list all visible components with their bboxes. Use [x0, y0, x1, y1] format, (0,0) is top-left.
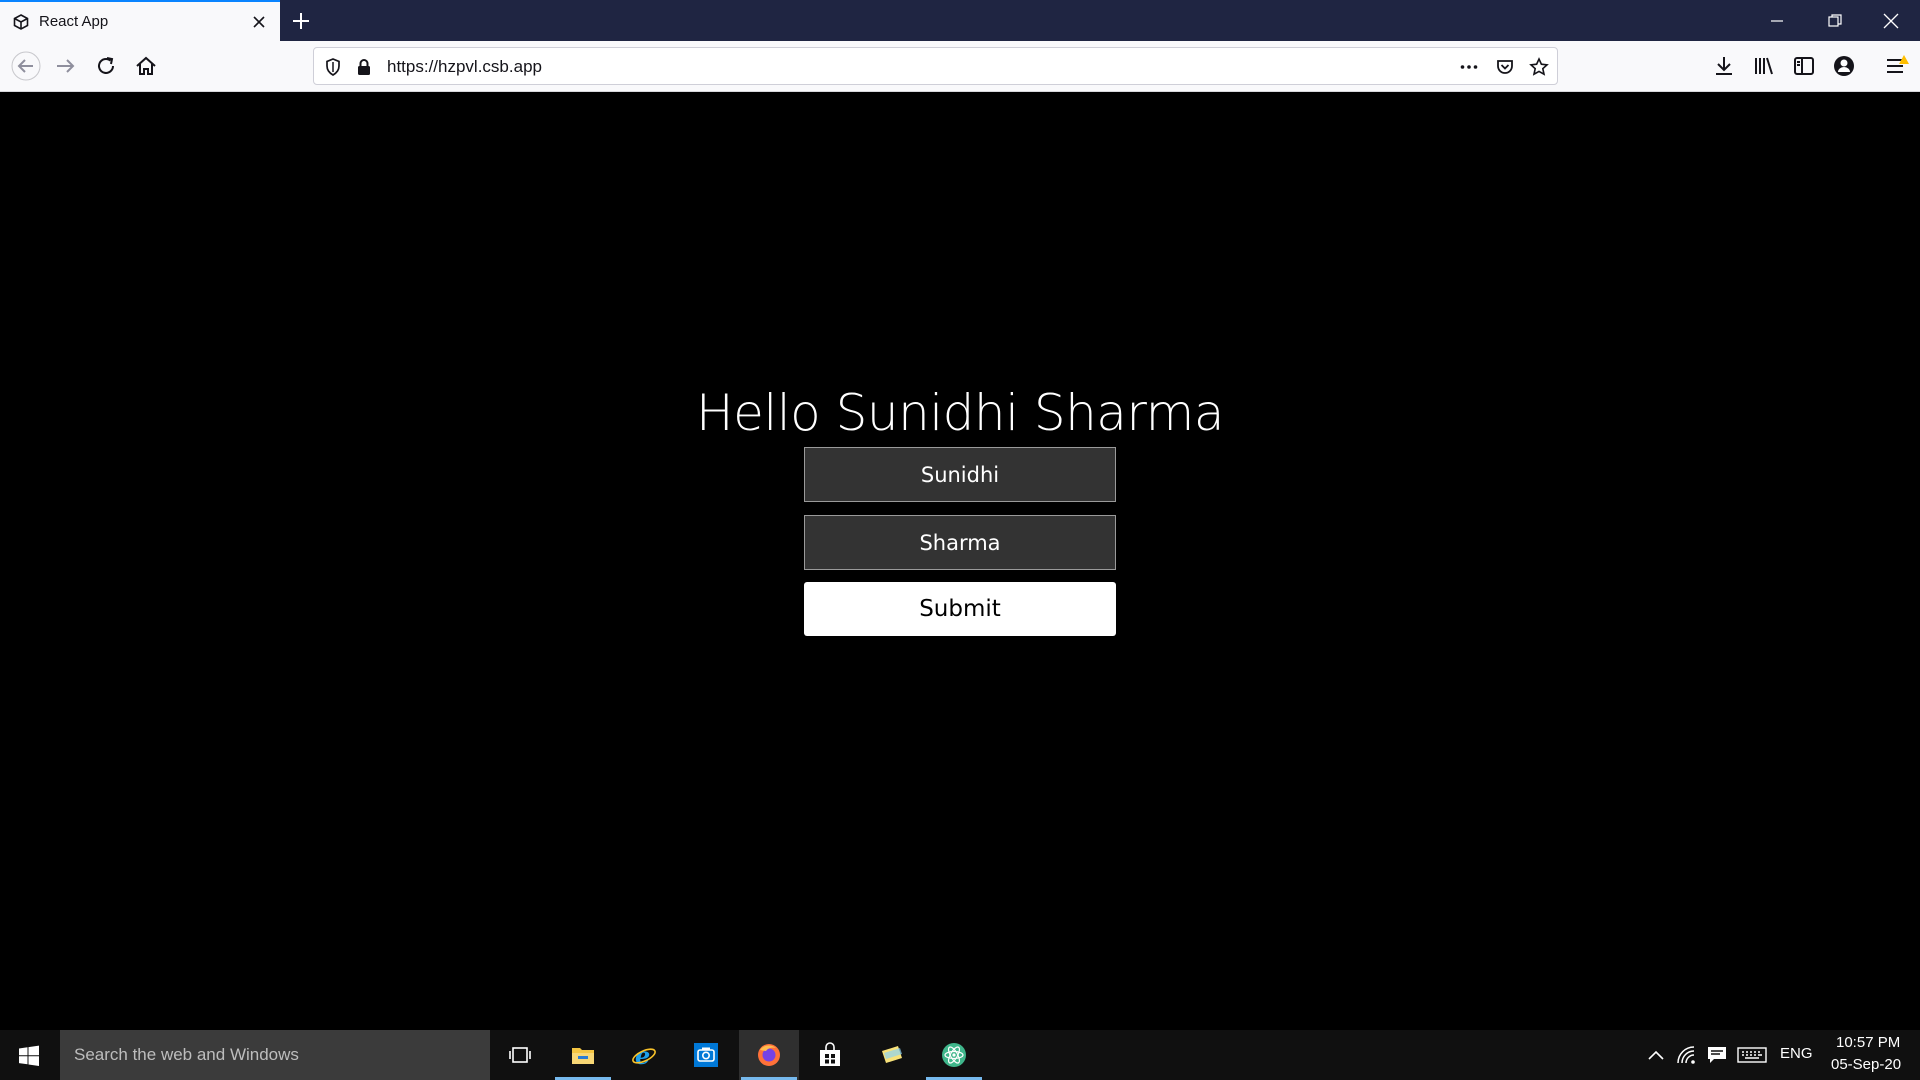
network-wifi-icon[interactable] [1676, 1045, 1698, 1065]
greeting-heading: Hello Sunidhi Sharma [696, 384, 1224, 442]
sticky-notes-icon [882, 1046, 902, 1063]
tab-react-app[interactable]: React App [0, 0, 280, 41]
atom-editor-icon [942, 1043, 966, 1067]
url-text[interactable]: https://hzpvl.csb.app [387, 57, 542, 77]
store-bag-icon [820, 1042, 840, 1066]
page-content: Hello Sunidhi Sharma Submit [0, 92, 1920, 1030]
back-arrow-icon[interactable] [11, 51, 41, 81]
taskbar-atom-editor[interactable] [924, 1030, 984, 1080]
minimize-window-icon[interactable] [1766, 10, 1788, 32]
address-bar[interactable]: https://hzpvl.csb.app [313, 47, 1558, 85]
pocket-icon[interactable] [1495, 57, 1515, 77]
taskbar-camera-app[interactable] [676, 1030, 736, 1080]
taskbar-sticky-notes[interactable] [862, 1030, 922, 1080]
task-view-button[interactable] [490, 1030, 550, 1080]
taskbar-search-placeholder: Search the web and Windows [74, 1045, 299, 1064]
taskbar-file-explorer[interactable] [553, 1030, 613, 1080]
shield-icon[interactable] [323, 57, 343, 77]
new-tab-plus-icon[interactable] [290, 10, 312, 32]
clock-date[interactable]: 05-Sep-20 [1831, 1056, 1901, 1073]
file-explorer-icon [572, 1048, 594, 1064]
firefox-icon [758, 1044, 780, 1066]
language-indicator[interactable]: ENG [1780, 1045, 1813, 1062]
internet-explorer-icon: e [632, 1042, 656, 1068]
task-view-icon [509, 1047, 531, 1063]
first-name-input[interactable] [804, 447, 1116, 502]
lock-icon[interactable] [354, 57, 374, 77]
bookmark-star-icon[interactable] [1529, 57, 1549, 77]
taskbar-search-box[interactable]: Search the web and Windows [60, 1030, 490, 1080]
hamburger-menu-icon[interactable] [1884, 53, 1910, 79]
reload-icon[interactable] [93, 53, 119, 79]
taskbar-internet-explorer[interactable]: e [614, 1030, 674, 1080]
camera-app-icon [694, 1043, 718, 1067]
codesandbox-favicon-icon [13, 14, 29, 30]
account-icon[interactable] [1831, 53, 1857, 79]
clock-time[interactable]: 10:57 PM [1836, 1034, 1900, 1051]
taskbar-firefox[interactable] [739, 1030, 799, 1080]
library-icon[interactable] [1751, 53, 1777, 79]
last-name-input[interactable] [804, 515, 1116, 570]
taskbar-store[interactable] [800, 1030, 860, 1080]
forward-arrow-icon[interactable] [53, 53, 79, 79]
navigation-toolbar: https://hzpvl.csb.app [0, 41, 1920, 92]
submit-button[interactable]: Submit [804, 582, 1116, 636]
show-hidden-icons-chevron-up-icon[interactable] [1645, 1045, 1667, 1065]
sidebar-toggle-icon[interactable] [1791, 53, 1817, 79]
page-actions-more-icon[interactable] [1459, 57, 1479, 77]
action-center-message-icon[interactable] [1706, 1045, 1728, 1065]
touch-keyboard-icon[interactable] [1737, 1045, 1767, 1065]
browser-title-bar: React App [0, 0, 1920, 41]
close-window-icon[interactable] [1880, 10, 1902, 32]
home-icon[interactable] [133, 53, 159, 79]
close-tab-icon[interactable] [250, 13, 268, 31]
restore-window-icon[interactable] [1824, 10, 1846, 32]
windows-taskbar: Search the web and Windows e ENG 10:57 P… [0, 1030, 1920, 1080]
downloads-icon[interactable] [1711, 53, 1737, 79]
windows-start-icon[interactable] [18, 1045, 40, 1067]
tab-title: React App [39, 13, 109, 30]
